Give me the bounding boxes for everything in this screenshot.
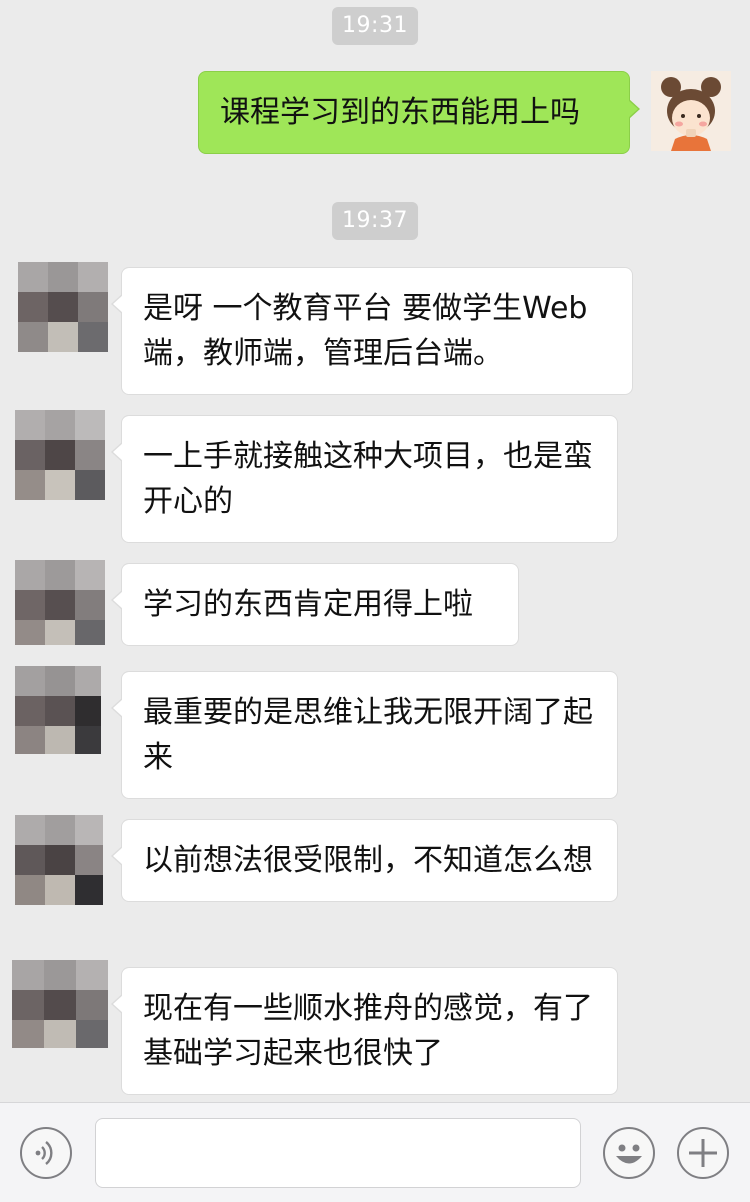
timestamp: 19:31 bbox=[332, 7, 418, 45]
message-text: 一上手就接触这种大项目，也是蛮开心的 bbox=[143, 439, 593, 519]
message-text: 是呀 一个教育平台 要做学生Web端，教师端，管理后台端。 bbox=[143, 291, 588, 371]
contact-avatar[interactable] bbox=[15, 410, 105, 500]
contact-avatar[interactable] bbox=[18, 262, 108, 352]
contact-avatar[interactable] bbox=[15, 560, 105, 645]
plus-icon bbox=[689, 1139, 717, 1167]
message-bubble-received[interactable]: 现在有一些顺水推舟的感觉，有了基础学习起来也很快了 bbox=[111, 967, 618, 1095]
contact-avatar[interactable] bbox=[12, 960, 108, 1048]
my-avatar[interactable] bbox=[651, 71, 731, 151]
message-text: 课程学习到的东西能用上吗 bbox=[220, 95, 580, 130]
message-text: 最重要的是思维让我无限开阔了起来 bbox=[143, 695, 593, 775]
voice-button[interactable] bbox=[20, 1127, 72, 1179]
message-bubble-received[interactable]: 一上手就接触这种大项目，也是蛮开心的 bbox=[111, 415, 618, 543]
emoji-icon bbox=[616, 1144, 642, 1164]
contact-avatar[interactable] bbox=[15, 815, 103, 905]
chat-area: 19:31 课程学习到的东西能用上吗 19:37 是呀 一个教育平台 要做学生W… bbox=[0, 0, 750, 1102]
message-text: 以前想法很受限制，不知道怎么想 bbox=[143, 843, 593, 878]
emoji-button[interactable] bbox=[603, 1127, 655, 1179]
contact-avatar[interactable] bbox=[15, 666, 101, 754]
cartoon-girl-avatar-image bbox=[651, 71, 731, 151]
timestamp: 19:37 bbox=[332, 202, 418, 240]
message-text-input[interactable] bbox=[95, 1118, 581, 1188]
message-input-bar bbox=[0, 1102, 750, 1202]
message-bubble-sent[interactable]: 课程学习到的东西能用上吗 bbox=[198, 71, 640, 154]
message-bubble-received[interactable]: 以前想法很受限制，不知道怎么想 bbox=[111, 819, 618, 902]
voice-icon bbox=[35, 1141, 53, 1165]
message-bubble-received[interactable]: 学习的东西肯定用得上啦 bbox=[111, 563, 519, 646]
message-bubble-received[interactable]: 最重要的是思维让我无限开阔了起来 bbox=[111, 671, 618, 799]
message-bubble-received[interactable]: 是呀 一个教育平台 要做学生Web端，教师端，管理后台端。 bbox=[111, 267, 633, 395]
message-text: 学习的东西肯定用得上啦 bbox=[143, 587, 473, 622]
message-text: 现在有一些顺水推舟的感觉，有了基础学习起来也很快了 bbox=[143, 991, 593, 1071]
more-button[interactable] bbox=[677, 1127, 729, 1179]
